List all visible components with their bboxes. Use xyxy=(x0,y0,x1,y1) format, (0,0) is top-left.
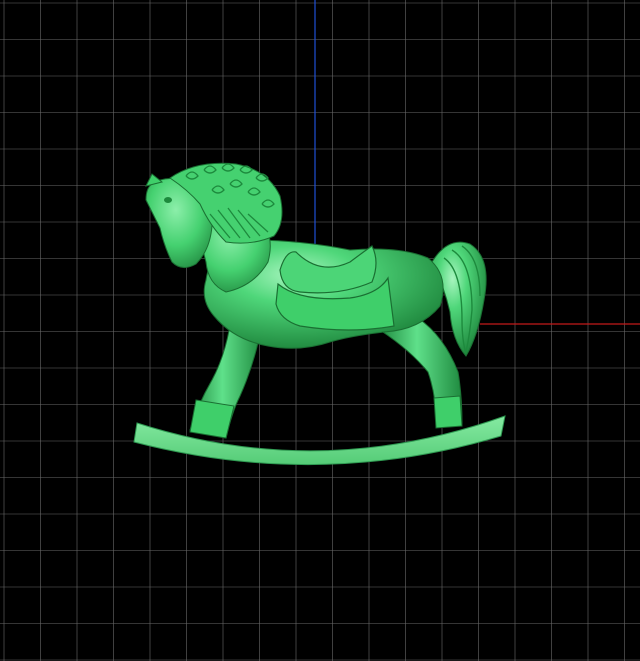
fore-hoof xyxy=(189,399,235,439)
horse-eye xyxy=(164,197,172,203)
cad-3d-viewport[interactable] xyxy=(0,0,640,661)
viewport-canvas[interactable] xyxy=(0,0,640,661)
rocking-horse-model[interactable] xyxy=(133,162,506,466)
hind-hoof xyxy=(433,395,463,429)
